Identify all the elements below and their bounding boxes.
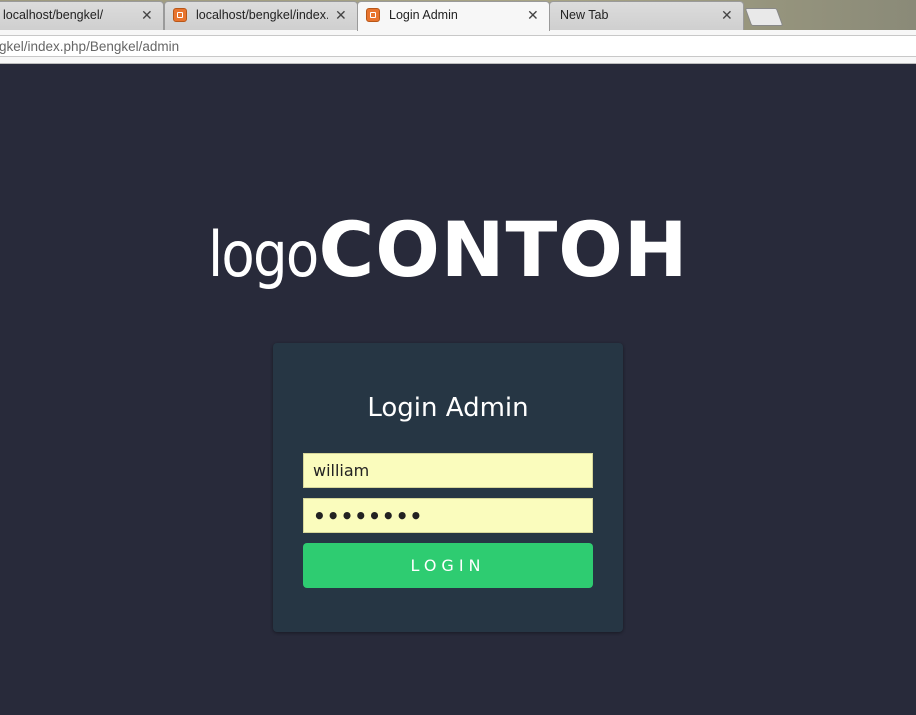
browser-tab-bar: localhost/bengkel/ ✕ localhost/bengkel/i… <box>0 0 916 31</box>
username-input[interactable] <box>303 453 593 488</box>
close-icon[interactable]: ✕ <box>335 6 347 24</box>
xampp-favicon-icon <box>173 8 187 22</box>
tab-localhost-bengkel[interactable]: localhost/bengkel/ ✕ <box>0 1 164 30</box>
tab-login-admin[interactable]: Login Admin ✕ <box>357 1 550 31</box>
site-logo: logoCONTOH <box>208 205 689 295</box>
new-tab-button[interactable] <box>744 8 784 26</box>
tab-label: localhost/bengkel/index. <box>196 8 328 22</box>
close-icon[interactable]: ✕ <box>527 6 539 24</box>
xampp-favicon-icon <box>366 8 380 22</box>
address-bar[interactable]: gkel/index.php/Bengkel/admin <box>0 35 916 57</box>
tab-label: Login Admin <box>389 8 458 22</box>
tab-label: New Tab <box>560 8 609 22</box>
logo-bold-text: CONTOH <box>318 205 689 294</box>
password-input[interactable] <box>303 498 593 533</box>
logo-light-text: logo <box>208 218 319 291</box>
tab-label: localhost/bengkel/ <box>3 8 104 22</box>
address-url: gkel/index.php/Bengkel/admin <box>0 39 180 54</box>
login-title: Login Admin <box>367 393 529 423</box>
login-button[interactable]: LOGIN <box>303 543 593 588</box>
login-card: Login Admin LOGIN <box>273 343 623 632</box>
tab-localhost-bengkel-index[interactable]: localhost/bengkel/index. ✕ <box>164 1 358 30</box>
browser-toolbar: gkel/index.php/Bengkel/admin <box>0 30 916 64</box>
close-icon[interactable]: ✕ <box>721 6 733 24</box>
close-icon[interactable]: ✕ <box>141 6 153 24</box>
tab-new-tab[interactable]: New Tab ✕ <box>549 1 744 30</box>
